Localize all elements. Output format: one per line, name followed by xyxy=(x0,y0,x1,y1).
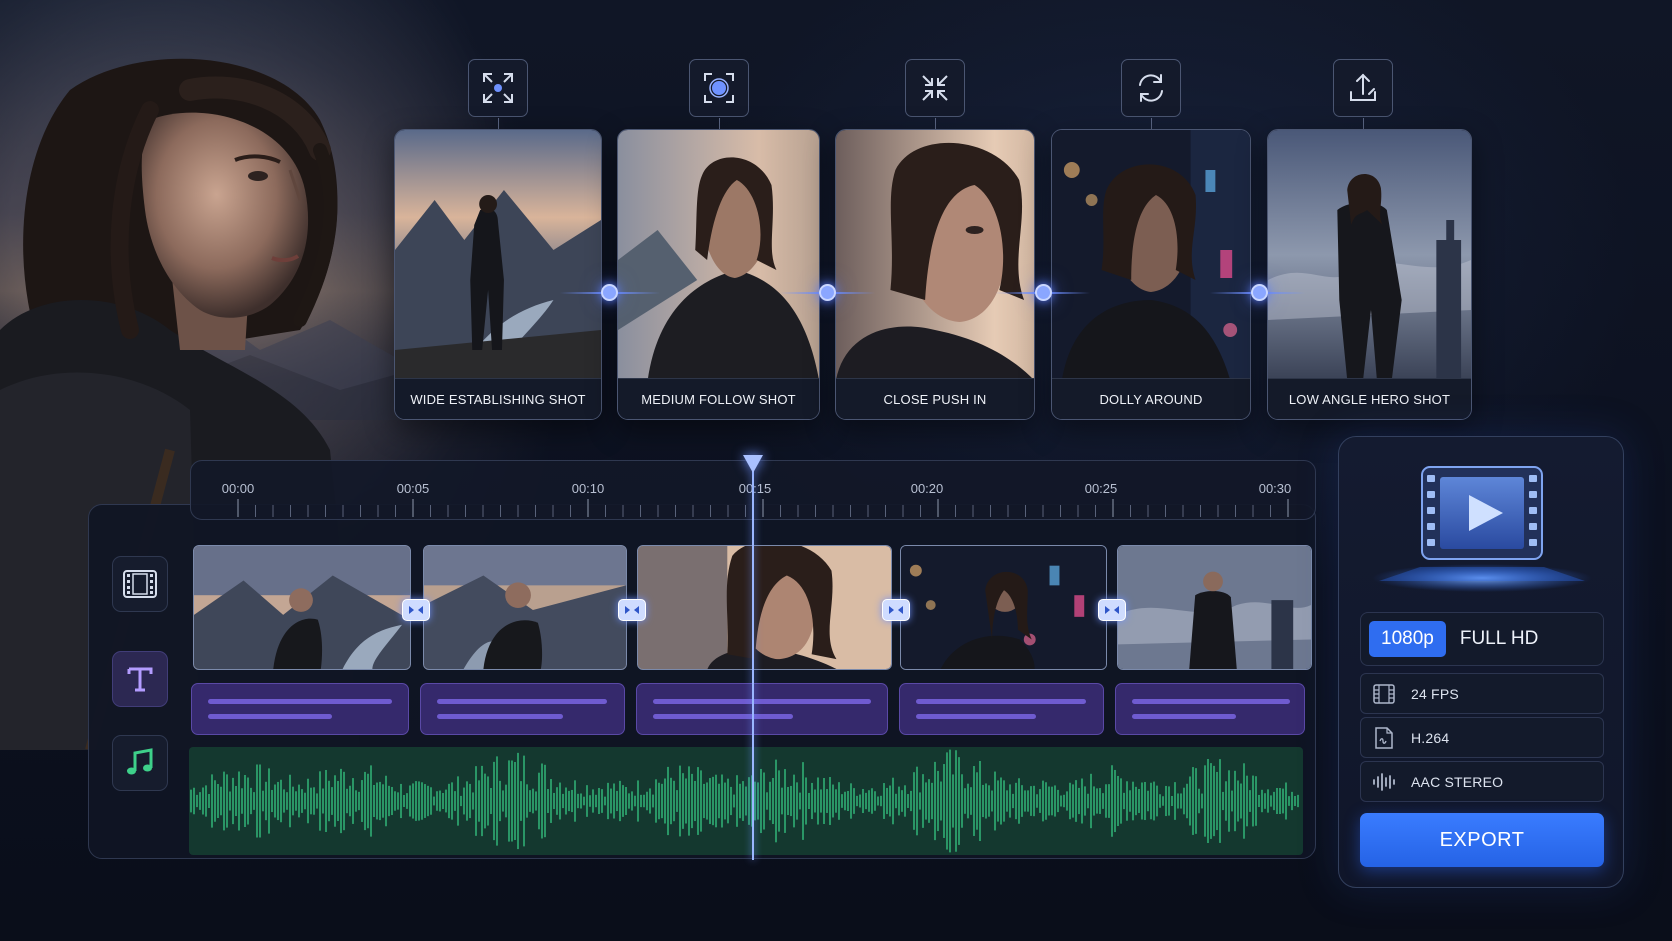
export-button[interactable]: EXPORT xyxy=(1360,813,1604,867)
shot-thumbnail xyxy=(395,130,601,380)
text-clip[interactable] xyxy=(420,683,625,735)
transition-marker[interactable] xyxy=(402,599,430,621)
shot-thumbnail xyxy=(618,130,819,380)
text-clip[interactable] xyxy=(636,683,888,735)
tick-label: 00:05 xyxy=(396,481,430,496)
resolution-badge: 1080p xyxy=(1369,621,1446,657)
shot-label: LOW ANGLE HERO SHOT xyxy=(1268,378,1471,419)
video-preview-icon xyxy=(1372,466,1592,592)
codec-label: H.264 xyxy=(1411,729,1450,746)
clip-thumbnail xyxy=(1118,546,1311,669)
shot-thumbnail xyxy=(1052,130,1250,380)
tick-label: 00:00 xyxy=(221,481,255,496)
audio-setting[interactable]: AAC STEREO xyxy=(1360,761,1604,802)
shot-card-wide-establishing[interactable]: WIDE ESTABLISHING SHOT xyxy=(394,129,602,420)
video-clip[interactable] xyxy=(423,545,627,670)
video-track-icon[interactable] xyxy=(112,556,168,612)
film-frame-icon xyxy=(1371,681,1397,707)
video-clip[interactable] xyxy=(193,545,411,670)
text-clip[interactable] xyxy=(899,683,1104,735)
fps-setting[interactable]: 24 FPS xyxy=(1360,673,1604,714)
shot-card-dolly-around[interactable]: DOLLY AROUND xyxy=(1051,129,1251,420)
clip-thumbnail xyxy=(638,546,891,669)
shot-thumbnail xyxy=(836,130,1034,380)
text-clip[interactable] xyxy=(191,683,409,735)
resolution-label: FULL HD xyxy=(1459,628,1539,649)
tick-label: 00:10 xyxy=(571,481,605,496)
video-clip[interactable] xyxy=(637,545,892,670)
timeline-panel xyxy=(88,504,1316,859)
shot-label: WIDE ESTABLISHING SHOT xyxy=(395,378,601,419)
waveform-bars xyxy=(190,749,1299,853)
tick-label: 00:15 xyxy=(738,481,772,496)
focus-target-icon[interactable] xyxy=(689,59,749,130)
clip-thumbnail xyxy=(901,546,1106,669)
codec-file-icon xyxy=(1371,725,1397,751)
fps-label: 24 FPS xyxy=(1411,685,1459,702)
tick-label: 00:30 xyxy=(1258,481,1292,496)
shot-thumbnail xyxy=(1268,130,1471,380)
audio-label: AAC STEREO xyxy=(1411,773,1504,790)
playhead-handle[interactable] xyxy=(743,455,763,473)
shot-connector-node[interactable] xyxy=(819,284,836,301)
shot-connector-node[interactable] xyxy=(601,284,618,301)
shot-card-medium-follow[interactable]: MEDIUM FOLLOW SHOT xyxy=(617,129,820,420)
shot-connector-node[interactable] xyxy=(1251,284,1268,301)
shot-label: DOLLY AROUND xyxy=(1052,378,1250,419)
text-clip[interactable] xyxy=(1115,683,1305,735)
transition-marker[interactable] xyxy=(1098,599,1126,621)
shot-connector-node[interactable] xyxy=(1035,284,1052,301)
transition-marker[interactable] xyxy=(882,599,910,621)
export-panel: 1080p FULL HD 24 FPS H.264 AAC STEREO EX… xyxy=(1338,436,1624,888)
music-track-icon[interactable] xyxy=(112,735,168,791)
tilt-up-icon[interactable] xyxy=(1333,59,1393,130)
text-track-icon[interactable] xyxy=(112,651,168,707)
audio-wave-icon xyxy=(1371,769,1397,795)
rotate-arrows-icon[interactable] xyxy=(1121,59,1181,130)
shot-card-close-push-in[interactable]: CLOSE PUSH IN xyxy=(835,129,1035,420)
compress-arrows-icon[interactable] xyxy=(905,59,965,130)
resolution-selector[interactable]: 1080p FULL HD xyxy=(1360,612,1604,666)
expand-arrows-icon[interactable] xyxy=(468,59,528,130)
shot-card-low-angle-hero[interactable]: LOW ANGLE HERO SHOT xyxy=(1267,129,1472,420)
shot-label: MEDIUM FOLLOW SHOT xyxy=(618,378,819,419)
audio-waveform[interactable] xyxy=(189,747,1303,855)
shot-label: CLOSE PUSH IN xyxy=(836,378,1034,419)
codec-setting[interactable]: H.264 xyxy=(1360,717,1604,758)
video-clip[interactable] xyxy=(900,545,1107,670)
clip-thumbnail xyxy=(424,546,626,669)
clip-thumbnail xyxy=(194,546,410,669)
tick-label: 00:25 xyxy=(1084,481,1118,496)
transition-marker[interactable] xyxy=(618,599,646,621)
playhead-line[interactable] xyxy=(752,470,754,860)
video-clip[interactable] xyxy=(1117,545,1312,670)
tick-label: 00:20 xyxy=(910,481,944,496)
